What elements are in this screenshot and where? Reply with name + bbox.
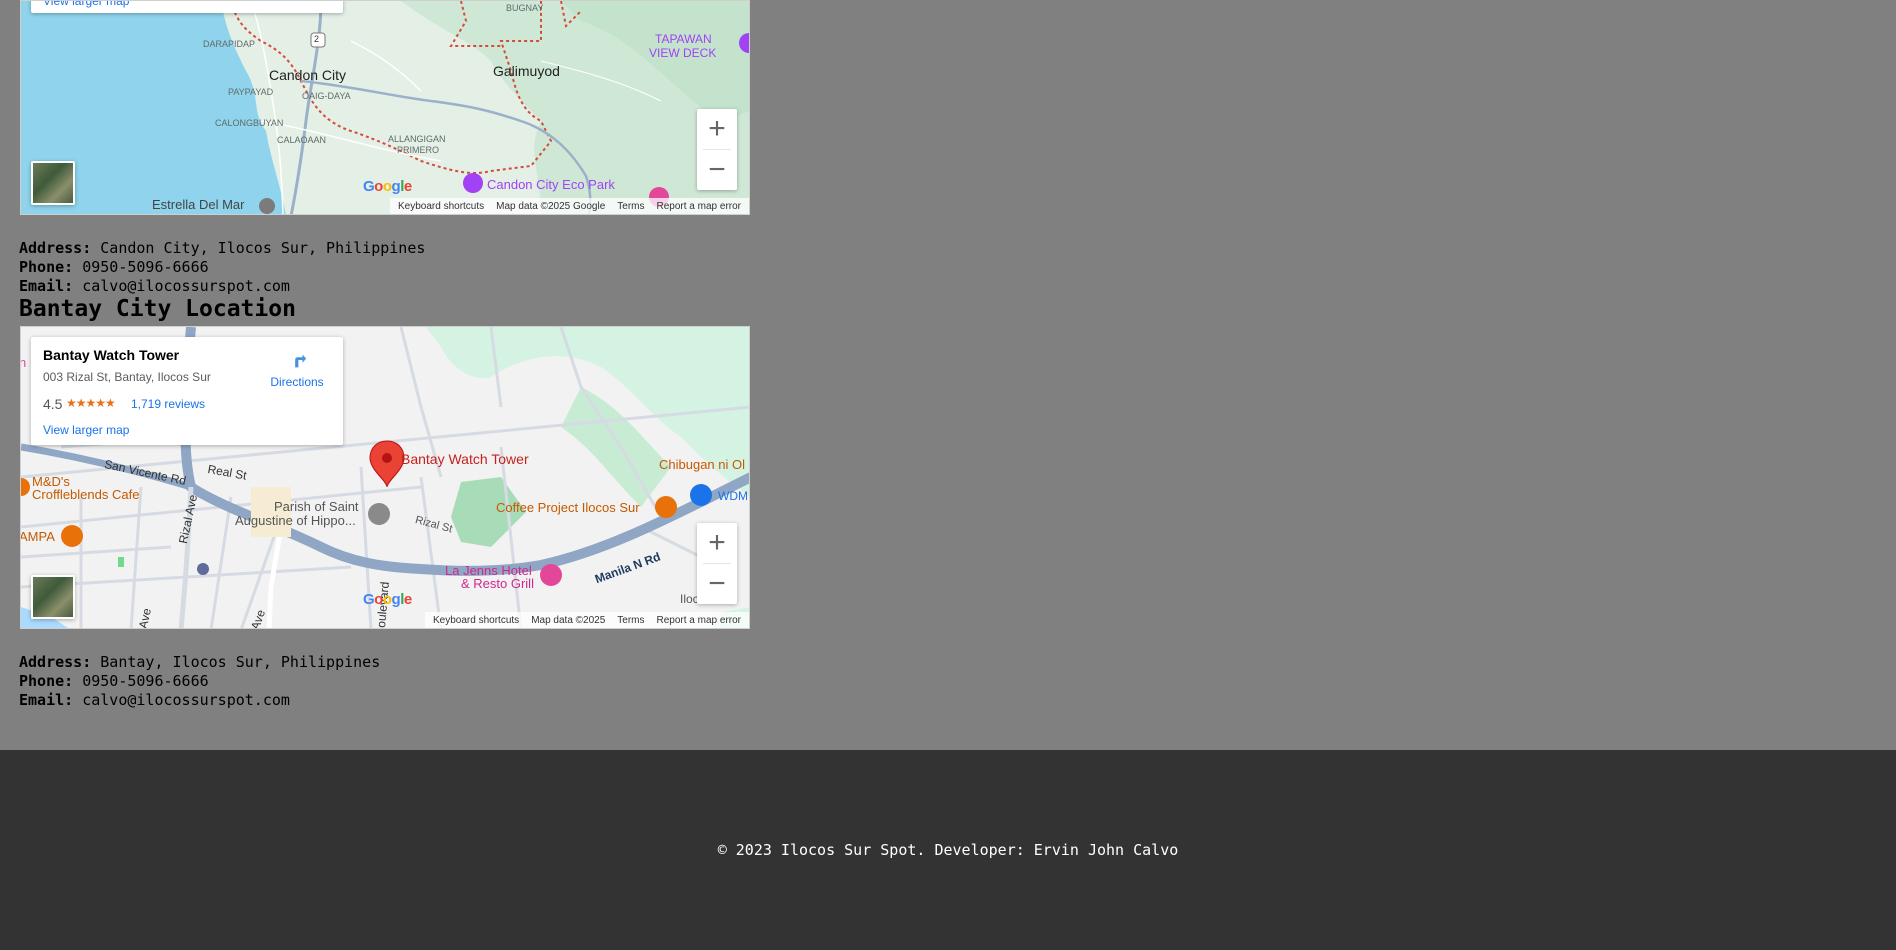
directions-icon <box>295 354 307 368</box>
bantay-map-attribution: Keyboard shortcuts Map data ©2025 Terms … <box>425 612 749 628</box>
map-label-n-edge: n <box>21 355 26 370</box>
map-label-bugnay: BUGNAY <box>506 3 544 13</box>
bantay-contact-details: Address: Bantay, Ilocos Sur, Philippines… <box>19 653 380 710</box>
rating-stars: ★★★★★ <box>66 396 116 410</box>
view-larger-map-link[interactable]: View larger map <box>43 423 129 437</box>
map-label-estrella: Estrella Del Mar <box>152 197 245 212</box>
map-label-paypayad: PAYPAYAD <box>228 87 274 97</box>
candon-larger-map-link[interactable]: View larger map <box>43 1 129 8</box>
candon-contact-details: Address: Candon City, Ilocos Sur, Philip… <box>19 239 425 296</box>
candon-map-attribution: Keyboard shortcuts Map data ©2025 Google… <box>389 198 749 214</box>
map-label-view-deck: VIEW DECK <box>649 46 717 60</box>
google-logo: Google <box>363 178 412 195</box>
address-label: Address: <box>19 239 92 257</box>
bantay-map[interactable]: Bantay Watch Tower 003 Rizal St, Bantay,… <box>20 326 750 629</box>
poi-label-ampa: AMPA <box>20 529 55 544</box>
candon-zoom-in-button[interactable]: + <box>697 109 737 149</box>
place-address: 003 Rizal St, Bantay, Ilocos Sur <box>43 370 211 384</box>
poi-label-md-line2: Croffleblends Cafe <box>32 487 140 502</box>
route-shield-label: 2 <box>314 34 320 44</box>
pin-label: Bantay Watch Tower <box>401 451 529 467</box>
candon-terms-link[interactable]: Terms <box>617 201 644 212</box>
google-logo: Google <box>363 591 412 608</box>
address-value: Bantay, Ilocos Sur, Philippines <box>100 653 381 671</box>
bantay-keyboard-shortcuts-link[interactable]: Keyboard shortcuts <box>433 615 519 626</box>
candon-zoom-controls: + − <box>697 109 737 190</box>
site-footer: © 2023 Ilocos Sur Spot. Developer: Ervin… <box>0 750 1896 950</box>
bantay-section-title: Bantay City Location <box>19 296 296 322</box>
directions-label: Directions <box>270 375 324 389</box>
bantay-zoom-in-button[interactable]: + <box>697 523 737 563</box>
candon-report-error-link[interactable]: Report a map error <box>657 201 741 212</box>
candon-keyboard-shortcuts-link[interactable]: Keyboard shortcuts <box>398 201 484 212</box>
candon-map-data-text: Map data ©2025 Google <box>496 200 606 212</box>
map-label-calaoaan: CALAOAAN <box>277 135 327 145</box>
poi-label-chibugan: Chibugan ni Ol <box>659 457 745 472</box>
directions-button[interactable]: Directions <box>267 345 327 390</box>
bantay-report-error-link[interactable]: Report a map error <box>657 615 741 626</box>
phone-label: Phone: <box>19 258 74 276</box>
email-label: Email: <box>19 691 74 709</box>
bantay-zoom-out-button[interactable]: − <box>697 564 737 604</box>
phone-value: 0950-5096-6666 <box>82 672 209 690</box>
poi-label-la-jenns-line2: & Resto Grill <box>461 576 534 591</box>
poi-label-parish-line2: Augustine of Hippo... <box>235 513 356 528</box>
place-rating: 4.5 <box>43 396 63 412</box>
bantay-info-card: Bantay Watch Tower 003 Rizal St, Bantay,… <box>31 337 343 445</box>
phone-label: Phone: <box>19 672 74 690</box>
map-label-calongbuyan: CALONGBUYAN <box>215 118 284 128</box>
bantay-layer-toggle-button[interactable] <box>31 575 75 619</box>
map-label-eco-park: Candon City Eco Park <box>487 177 615 192</box>
map-label-primero: PRIMERO <box>397 145 440 155</box>
candon-layer-toggle-button[interactable] <box>31 161 75 205</box>
footer-copyright: © 2023 Ilocos Sur Spot. Developer: Ervin… <box>717 841 1179 859</box>
place-name: Bantay Watch Tower <box>43 347 180 363</box>
address-value: Candon City, Ilocos Sur, Philippines <box>100 239 426 257</box>
bantay-zoom-controls: + − <box>697 523 737 604</box>
email-label: Email: <box>19 277 74 295</box>
map-label-galimuyod: Galimuyod <box>493 63 560 79</box>
reviews-link[interactable]: 1,719 reviews <box>131 397 205 411</box>
email-value: calvo@ilocossurspot.com <box>82 277 290 295</box>
map-label-candon-city: Candon City <box>269 67 347 83</box>
bantay-terms-link[interactable]: Terms <box>617 615 644 626</box>
map-label-tapawan: TAPAWAN <box>655 32 712 46</box>
candon-map[interactable]: View larger map BUGNAY DARAPIDAP 2 Cando… <box>20 0 750 215</box>
bantay-map-data-text: Map data ©2025 <box>531 614 606 626</box>
candon-info-card: View larger map <box>31 1 343 13</box>
poi-label-coffee-project: Coffee Project Ilocos Sur <box>496 500 640 515</box>
map-label-allangigan: ALLANGIGAN <box>388 134 446 144</box>
email-value: calvo@ilocossurspot.com <box>82 691 290 709</box>
poi-label-wdm: WDM <box>718 489 748 503</box>
address-label: Address: <box>19 653 92 671</box>
poi-label-parish-line1: Parish of Saint <box>274 499 359 514</box>
map-label-oaig-daya: OAIG-DAYA <box>302 91 351 101</box>
phone-value: 0950-5096-6666 <box>82 258 209 276</box>
map-label-darapidap: DARAPIDAP <box>203 39 256 49</box>
candon-zoom-out-button[interactable]: − <box>697 150 737 190</box>
